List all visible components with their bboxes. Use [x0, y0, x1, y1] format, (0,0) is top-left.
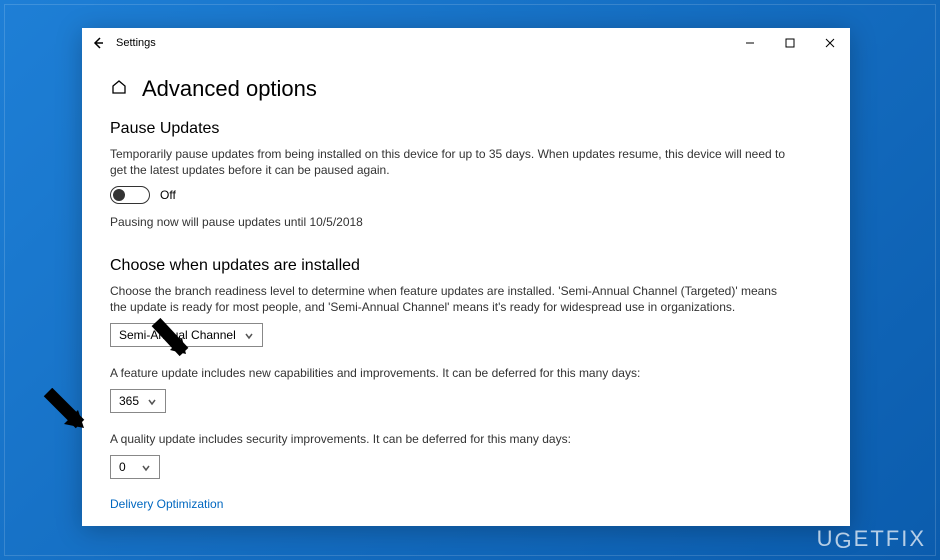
- titlebar-left: Settings: [90, 35, 156, 51]
- page-title: Advanced options: [142, 76, 317, 102]
- chevron-down-icon: [147, 396, 157, 406]
- pause-status: Pausing now will pause updates until 10/…: [110, 214, 790, 230]
- quality-value: 0: [119, 460, 126, 474]
- chevron-down-icon: [244, 330, 254, 340]
- branch-dropdown[interactable]: Semi-Annual Channel: [110, 323, 263, 347]
- chevron-down-icon: [141, 462, 151, 472]
- watermark: UGETFIX: [817, 526, 926, 552]
- privacy-link[interactable]: Privacy settings: [110, 525, 822, 526]
- branch-value: Semi-Annual Channel: [119, 328, 236, 342]
- pause-toggle-label: Off: [160, 188, 176, 202]
- choose-desc: Choose the branch readiness level to det…: [110, 283, 790, 315]
- page-header: Advanced options: [110, 76, 822, 102]
- delivery-link[interactable]: Delivery Optimization: [110, 497, 822, 511]
- app-title: Settings: [116, 37, 156, 49]
- settings-window: Settings Advanced options Pause Updates …: [82, 28, 850, 526]
- maximize-button[interactable]: [770, 28, 810, 58]
- content-area: Advanced options Pause Updates Temporari…: [82, 58, 850, 526]
- choose-heading: Choose when updates are installed: [110, 257, 822, 275]
- pause-desc: Temporarily pause updates from being ins…: [110, 146, 790, 178]
- titlebar: Settings: [82, 28, 850, 58]
- window-controls: [730, 28, 850, 58]
- feature-defer-dropdown[interactable]: 365: [110, 389, 166, 413]
- pause-toggle-row: Off: [110, 186, 822, 204]
- quality-defer-dropdown[interactable]: 0: [110, 455, 160, 479]
- quality-desc: A quality update includes security impro…: [110, 431, 790, 447]
- feature-value: 365: [119, 394, 139, 408]
- pause-heading: Pause Updates: [110, 120, 822, 138]
- minimize-button[interactable]: [730, 28, 770, 58]
- close-button[interactable]: [810, 28, 850, 58]
- feature-desc: A feature update includes new capabiliti…: [110, 365, 790, 381]
- back-arrow-icon[interactable]: [90, 35, 106, 51]
- home-icon[interactable]: [110, 78, 128, 101]
- pause-toggle[interactable]: [110, 186, 150, 204]
